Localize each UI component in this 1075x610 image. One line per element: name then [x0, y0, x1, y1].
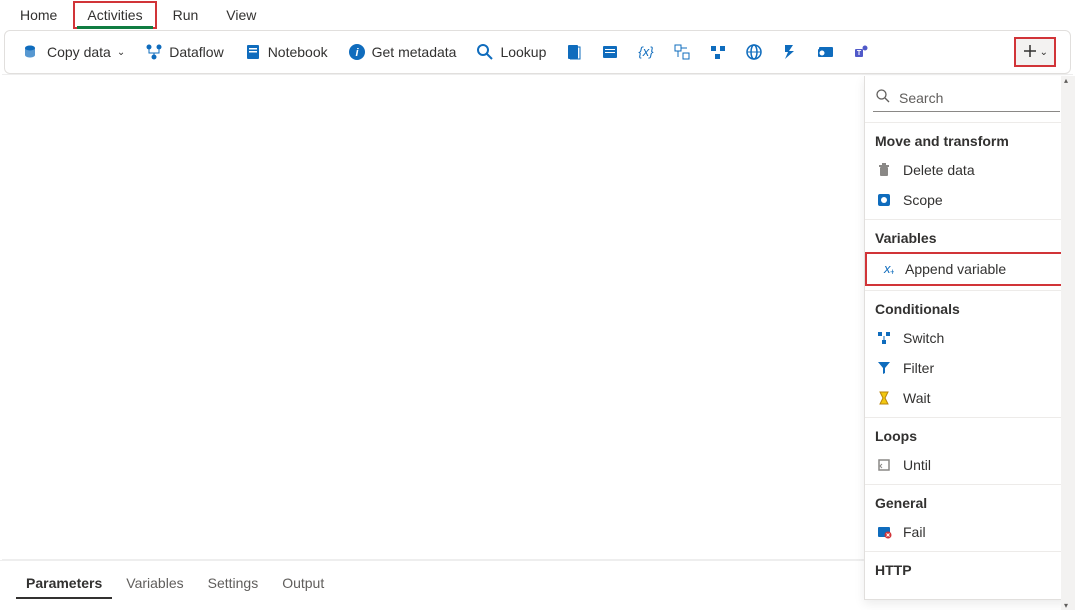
trash-icon — [875, 161, 893, 179]
plus-icon — [1022, 43, 1038, 62]
menu-switch-label: Switch — [903, 330, 944, 346]
menu-filter-label: Filter — [903, 360, 934, 376]
copy-data-button[interactable]: Copy data ⌄ — [15, 39, 133, 65]
menu-until-label: Until — [903, 457, 931, 473]
menu-append-variable[interactable]: x+ Append variable — [865, 252, 1068, 286]
main-tabs: Home Activities Run View — [0, 0, 1075, 30]
group-loops: Loops — [865, 417, 1068, 450]
expression-icon[interactable]: {x} — [630, 36, 662, 68]
search-box[interactable] — [873, 84, 1060, 112]
get-metadata-button[interactable]: i Get metadata — [340, 39, 465, 65]
add-activity-button[interactable]: ⌄ — [1014, 37, 1056, 67]
chevron-down-icon: ⌄ — [1040, 47, 1048, 58]
tab-activities[interactable]: Activities — [73, 1, 156, 29]
teams-icon[interactable]: T — [846, 36, 878, 68]
menu-wait[interactable]: Wait — [865, 383, 1068, 413]
notebook-button[interactable]: Notebook — [236, 39, 336, 65]
funnel-icon — [875, 359, 893, 377]
menu-wait-label: Wait — [903, 390, 930, 406]
copy-data-icon — [23, 43, 41, 61]
lookup-button[interactable]: Lookup — [468, 39, 554, 65]
fail-icon — [875, 523, 893, 541]
outlook-icon[interactable] — [810, 36, 842, 68]
menu-delete-data-label: Delete data — [903, 162, 975, 178]
dataflow-icon — [145, 43, 163, 61]
info-icon: i — [348, 43, 366, 61]
tab-output[interactable]: Output — [272, 569, 334, 599]
dataflow-button[interactable]: Dataflow — [137, 39, 231, 65]
group-http: HTTP — [865, 551, 1068, 584]
search-icon — [875, 88, 891, 107]
until-icon — [875, 456, 893, 474]
tab-parameters[interactable]: Parameters — [16, 569, 112, 599]
search-icon — [476, 43, 494, 61]
svg-text:+: + — [890, 267, 894, 277]
group-conditionals: Conditionals — [865, 290, 1068, 323]
tab-home[interactable]: Home — [8, 3, 69, 27]
menu-scope-label: Scope — [903, 192, 943, 208]
if-condition-icon[interactable] — [702, 36, 734, 68]
menu-switch[interactable]: Switch — [865, 323, 1068, 353]
menu-append-variable-label: Append variable — [905, 261, 1006, 277]
menu-delete-data[interactable]: Delete data — [865, 155, 1068, 185]
script-icon[interactable] — [558, 36, 590, 68]
menu-filter[interactable]: Filter — [865, 353, 1068, 383]
get-metadata-label: Get metadata — [372, 44, 457, 60]
notebook-icon — [244, 43, 262, 61]
group-move-transform: Move and transform — [865, 122, 1068, 155]
dataflow-label: Dataflow — [169, 44, 223, 60]
search-input[interactable] — [899, 90, 1069, 106]
switch-icon — [875, 329, 893, 347]
ribbon: Copy data ⌄ Dataflow Notebook i Get meta… — [4, 30, 1071, 74]
menu-fail[interactable]: Fail — [865, 517, 1068, 547]
append-variable-icon: x+ — [877, 260, 895, 278]
tab-variables[interactable]: Variables — [116, 569, 193, 599]
notebook-label: Notebook — [268, 44, 328, 60]
web-icon[interactable] — [738, 36, 770, 68]
stored-procedure-icon[interactable] — [594, 36, 626, 68]
group-general: General — [865, 484, 1068, 517]
menu-fail-label: Fail — [903, 524, 926, 540]
menu-until[interactable]: Until — [865, 450, 1068, 480]
chevron-down-icon: ⌄ — [117, 47, 125, 58]
tab-run[interactable]: Run — [161, 3, 211, 27]
tab-view[interactable]: View — [214, 3, 268, 27]
svg-text:{x}: {x} — [639, 44, 655, 59]
scope-icon — [875, 191, 893, 209]
group-variables: Variables — [865, 219, 1068, 252]
svg-text:T: T — [857, 50, 862, 57]
hourglass-icon — [875, 389, 893, 407]
azure-function-icon[interactable] — [774, 36, 806, 68]
foreach-icon[interactable] — [666, 36, 698, 68]
tab-settings[interactable]: Settings — [198, 569, 269, 599]
activity-dropdown-panel: Move and transform Delete data Scope Var… — [864, 76, 1069, 600]
copy-data-label: Copy data — [47, 44, 111, 60]
vertical-scrollbar[interactable] — [1061, 76, 1075, 610]
menu-scope[interactable]: Scope — [865, 185, 1068, 215]
lookup-label: Lookup — [500, 44, 546, 60]
